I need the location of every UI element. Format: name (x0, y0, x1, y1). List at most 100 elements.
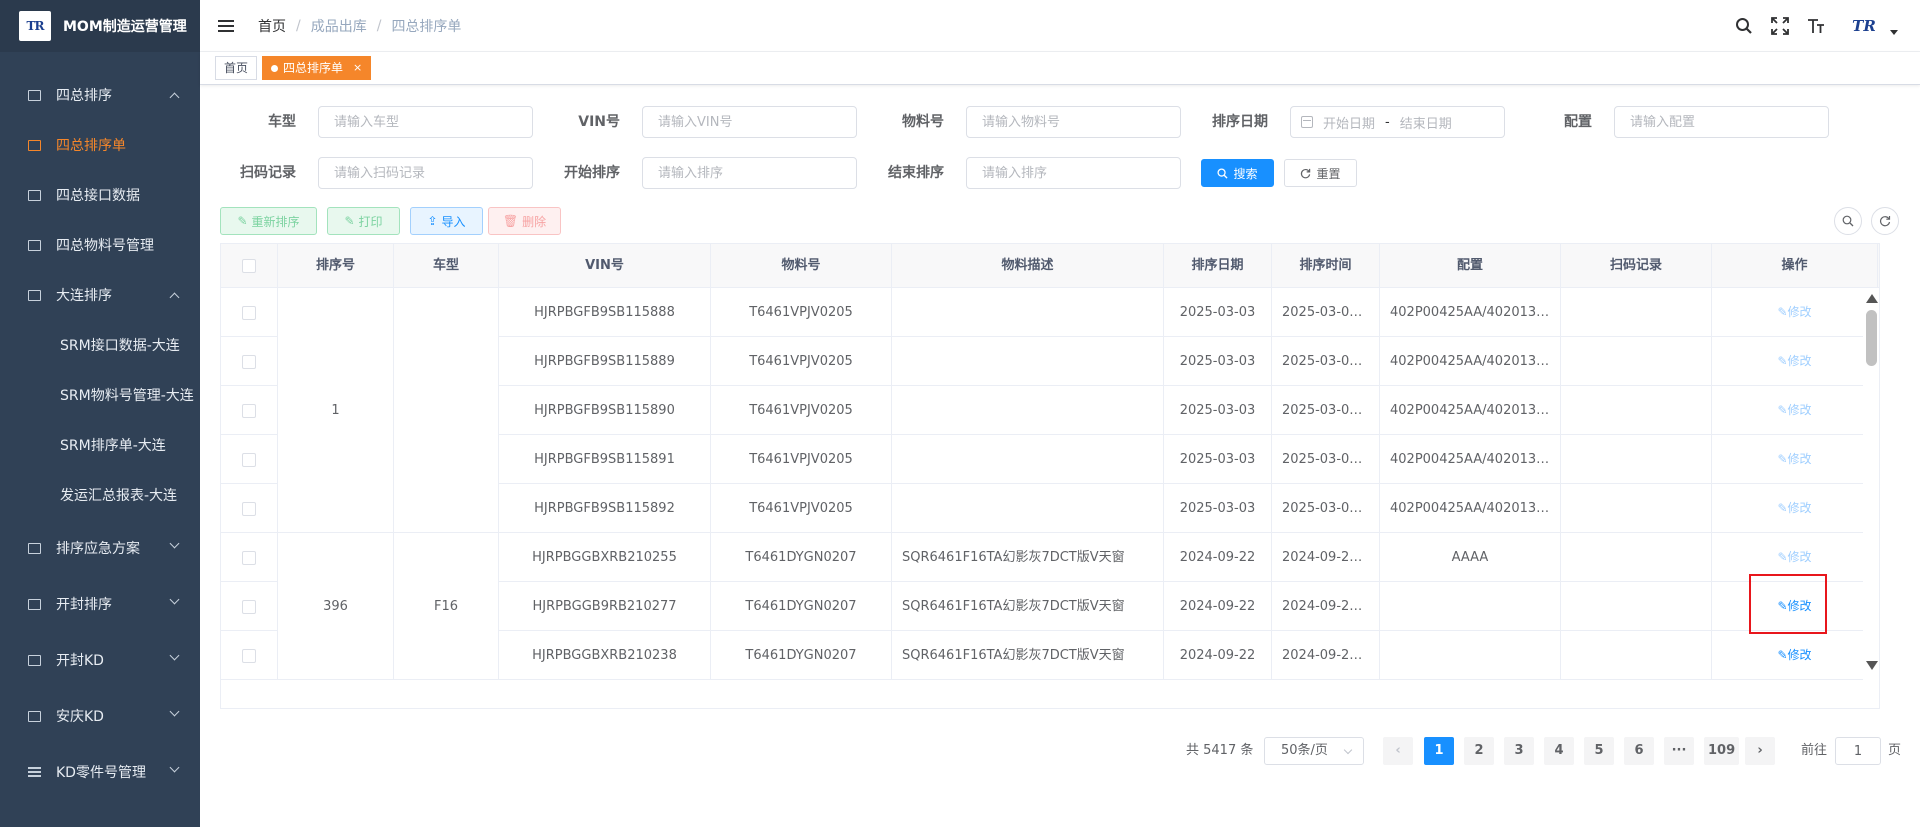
reset-button[interactable]: 重置 (1284, 159, 1357, 187)
chevron-down-icon (169, 650, 180, 661)
row-select-cell[interactable] (221, 435, 278, 484)
prev-page-button[interactable]: ‹ (1383, 737, 1413, 765)
sidebar-item-label: 排序应急方案 (56, 541, 140, 557)
column-header: 操作 (1712, 244, 1878, 288)
sidebar-item-shipping-report-dalian[interactable]: 发运汇总报表-大连 (0, 470, 200, 520)
scrollbar-thumb[interactable] (1866, 310, 1877, 366)
row-checkbox[interactable] (242, 305, 256, 320)
sidebar-item-srm-interface-dalian[interactable]: SRM接口数据-大连 (0, 320, 200, 370)
sidebar-item-sizong-sort[interactable]: 四总排序 (0, 70, 200, 120)
page-button-6[interactable]: 6 (1624, 737, 1654, 765)
search-button[interactable]: 搜索 (1201, 159, 1274, 187)
reset-button-label: 重置 (1316, 166, 1341, 181)
font-size-icon[interactable] (1806, 16, 1826, 36)
toggle-search-button[interactable] (1834, 207, 1862, 235)
page-button-5[interactable]: 5 (1584, 737, 1614, 765)
user-menu[interactable]: TR (1842, 12, 1898, 40)
page-more-button[interactable]: ··· (1664, 737, 1694, 765)
page-button-3[interactable]: 3 (1504, 737, 1534, 765)
sidebar-item-srm-material-dalian[interactable]: SRM物料号管理-大连 (0, 370, 200, 420)
edit-row-link[interactable]: ✎修改 (1777, 550, 1811, 564)
table-cell-desc (892, 435, 1164, 484)
end-sort-input[interactable] (966, 157, 1181, 189)
print-button[interactable]: ✎ 打印 (327, 207, 400, 235)
row-checkbox[interactable] (242, 550, 256, 565)
start-sort-input[interactable] (642, 157, 857, 189)
edit-row-link[interactable]: ✎修改 (1777, 403, 1811, 417)
page-button-109[interactable]: 109 (1704, 737, 1740, 765)
edit-link-label: 修改 (1787, 403, 1812, 417)
row-select-cell[interactable] (221, 631, 278, 680)
date-end-placeholder[interactable]: 结束日期 (1400, 113, 1452, 132)
edit-icon: ✎ (237, 214, 248, 228)
edit-row-link[interactable]: ✎修改 (1777, 648, 1811, 662)
table-scrollbar[interactable] (1863, 288, 1879, 680)
row-checkbox[interactable] (242, 354, 256, 369)
scroll-down-icon[interactable] (1866, 661, 1878, 670)
edit-row-link[interactable]: ✎修改 (1777, 501, 1811, 515)
sort-date-range-picker[interactable]: 开始日期 - 结束日期 (1290, 106, 1505, 138)
row-select-cell[interactable] (221, 337, 278, 386)
resort-button[interactable]: ✎ 重新排序 (220, 207, 317, 235)
sidebar-item-kd-part-number[interactable]: KD零件号管理 (0, 744, 200, 800)
next-page-button[interactable]: › (1745, 737, 1775, 765)
table-cell-vin: HJRPBGFB9SB115890 (499, 386, 711, 435)
table-cell-scan (1561, 533, 1712, 582)
sidebar-item-anqing-kd[interactable]: 安庆KD (0, 688, 200, 744)
search-icon[interactable] (1734, 16, 1754, 36)
refresh-table-button[interactable] (1871, 207, 1899, 235)
page-button-4[interactable]: 4 (1544, 737, 1574, 765)
table-cell-date: 2024-09-22 (1164, 582, 1272, 631)
sidebar-item-sizong-sort-order[interactable]: 四总排序单 (0, 120, 200, 170)
sidebar-item-kaifeng-kd[interactable]: 开封KD (0, 632, 200, 688)
row-select-cell[interactable] (221, 386, 278, 435)
row-checkbox[interactable] (242, 501, 256, 516)
app-logo[interactable]: TR MOM制造运营管理 (0, 0, 200, 52)
edit-link-label: 修改 (1787, 501, 1812, 515)
menu-toggle-icon[interactable] (218, 19, 234, 33)
edit-link-label: 修改 (1787, 354, 1812, 368)
row-checkbox[interactable] (242, 452, 256, 467)
breadcrumb-home[interactable]: 首页 (258, 16, 286, 36)
sidebar-item-kaifeng-sort[interactable]: 开封排序 (0, 576, 200, 632)
vin-input[interactable] (642, 106, 857, 138)
page-button-2[interactable]: 2 (1464, 737, 1494, 765)
goto-page-input[interactable] (1835, 737, 1881, 765)
page-button-1[interactable]: 1 (1424, 737, 1454, 765)
edit-row-link[interactable]: ✎修改 (1777, 599, 1811, 613)
row-checkbox[interactable] (242, 403, 256, 418)
row-select-cell[interactable] (221, 288, 278, 337)
close-icon[interactable]: × (353, 57, 362, 79)
sidebar-item-emergency-plan[interactable]: 排序应急方案 (0, 520, 200, 576)
scan-record-input[interactable] (318, 157, 533, 189)
sidebar-item-sizong-material[interactable]: 四总物料号管理 (0, 220, 200, 270)
row-checkbox[interactable] (242, 599, 256, 614)
edit-row-link[interactable]: ✎修改 (1777, 354, 1811, 368)
tag-sizong-sort-order[interactable]: 四总排序单 × (262, 56, 372, 80)
sidebar-item-sizong-interface[interactable]: 四总接口数据 (0, 170, 200, 220)
header-select-all[interactable] (221, 244, 278, 288)
material-input[interactable] (966, 106, 1181, 138)
fullscreen-icon[interactable] (1770, 16, 1790, 36)
table-cell-desc (892, 288, 1164, 337)
edit-row-link[interactable]: ✎修改 (1777, 305, 1811, 319)
page-size-select[interactable]: 50条/页 (1264, 737, 1364, 765)
sidebar-item-dalian-sort[interactable]: 大连排序 (0, 270, 200, 320)
table-cell-scan (1561, 582, 1712, 631)
scroll-up-icon[interactable] (1866, 294, 1878, 303)
date-start-placeholder[interactable]: 开始日期 (1323, 113, 1375, 132)
tag-home[interactable]: 首页 (215, 56, 258, 80)
row-select-cell[interactable] (221, 582, 278, 631)
edit-row-link[interactable]: ✎修改 (1777, 452, 1811, 466)
sidebar-item-srm-sort-dalian[interactable]: SRM排序单-大连 (0, 420, 200, 470)
import-button-label: 导入 (441, 214, 466, 229)
resort-button-label: 重新排序 (251, 214, 300, 229)
row-checkbox[interactable] (242, 648, 256, 663)
row-select-cell[interactable] (221, 533, 278, 582)
select-all-checkbox[interactable] (242, 258, 256, 273)
car-type-input[interactable] (318, 106, 533, 138)
delete-button[interactable]: 🗑 删除 (488, 207, 561, 235)
row-select-cell[interactable] (221, 484, 278, 533)
config-input[interactable] (1614, 106, 1829, 138)
import-button[interactable]: ⇪ 导入 (410, 207, 483, 235)
